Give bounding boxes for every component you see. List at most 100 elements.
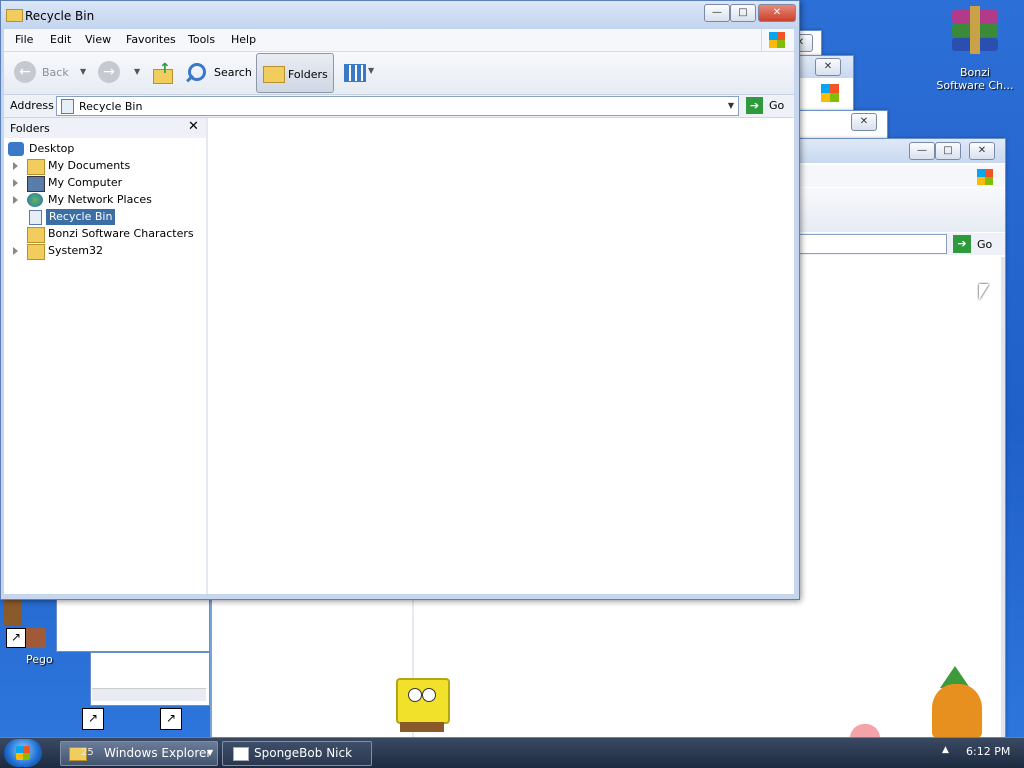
back-label: Back [42,66,69,79]
system-tray: ▲ 6:12 PM [934,738,1024,768]
folder-icon [27,227,45,243]
minimize-icon[interactable]: — [909,142,935,160]
close-icon[interactable]: ✕ [969,142,995,160]
taskbar-item-label: SpongeBob Nick Cli... [254,746,353,760]
menu-tools[interactable]: Tools [188,33,215,46]
tree-item-label: System32 [48,244,104,257]
views-icon [344,64,366,82]
maximize-button[interactable]: □ [730,4,756,22]
views-button[interactable]: ▼ [342,62,378,84]
tree-item-bonzi-software-characters[interactable]: Bonzi Software Characters [4,226,204,243]
folders-label: Folders [288,68,328,81]
menu-bar: File Edit View Favorites Tools Help [4,29,794,52]
address-label: Address [10,99,54,112]
folder-icon [6,9,23,22]
menu-favorites[interactable]: Favorites [126,33,176,46]
taskbar: 25 Windows Explorer ▼ SpongeBob Nick Cli… [0,737,1024,768]
background-content-area [210,598,782,738]
expand-arrow-icon[interactable] [13,179,18,187]
shortcut-arrow-icon[interactable]: ↗ [160,708,182,730]
tree-item-label: Recycle Bin [46,209,116,225]
recycle-bin-icon [29,210,42,225]
taskbar-item-windows-explorer[interactable]: 25 Windows Explorer ▼ [60,741,218,766]
chevron-down-icon[interactable]: ▼ [207,742,213,764]
window-icon [233,747,249,761]
spongebob-character[interactable] [390,678,452,738]
expand-arrow-icon[interactable] [13,247,18,255]
address-value: Recycle Bin [79,100,143,113]
folders-pane: Folders ✕ Desktop My Documents My Comput… [4,118,208,594]
expand-arrow-icon[interactable] [13,162,18,170]
menu-file[interactable]: File [15,33,33,46]
recycle-bin-window[interactable]: Recycle Bin — □ ✕ File Edit View Favorit… [0,0,800,600]
clock[interactable]: 6:12 PM [966,745,1010,758]
folder-icon [263,66,285,83]
menu-edit[interactable]: Edit [50,33,71,46]
go-label: Go [977,238,993,251]
expand-arrow-icon[interactable] [13,196,18,204]
desktop-icon-label: Pego [26,653,53,666]
winrar-archive-icon [946,6,1004,62]
windows-logo-icon [16,746,30,760]
scrollbar[interactable] [1001,257,1005,737]
shortcut-arrow-icon[interactable]: ↗ [82,708,104,730]
folders-pane-header: Folders ✕ [4,118,206,138]
chevron-down-icon: ▼ [368,66,375,75]
scrollbar[interactable] [92,688,206,701]
windows-logo-icon [977,169,993,185]
menu-help[interactable]: Help [231,33,256,46]
chevron-down-icon[interactable]: ▼ [134,67,140,76]
tree-item-system32[interactable]: System32 [4,243,204,260]
close-button[interactable]: ✕ [758,4,796,22]
show-hidden-icons-icon[interactable]: ▲ [942,745,949,755]
file-list-pane[interactable] [208,118,794,594]
tree-item-label: Bonzi Software Characters [48,227,194,240]
minimize-button[interactable]: — [704,4,730,22]
folder-icon [27,244,45,260]
chevron-down-icon[interactable]: ▼ [80,67,86,76]
go-arrow-icon[interactable]: ➔ [953,235,971,253]
desktop-icon-label: Software Ch... [936,79,1014,92]
tree-item-recycle-bin[interactable]: Recycle Bin [4,209,204,225]
go-arrow-icon[interactable]: ➔ [746,97,763,114]
network-places-icon [27,193,43,207]
my-computer-icon [27,176,45,192]
toolbar: ← Back ▼ → ▼ ↑ Search Folders ▼ [4,52,794,95]
background-explorer-window[interactable]: — □ ✕ ➔ Go [780,138,1006,740]
folders-pane-title: Folders [10,122,50,135]
desktop-shortcut-group: ↗ Pego ↗ ↗ [0,598,210,738]
desktop-icon-label: Bonzi [959,66,991,79]
shortcut-arrow-icon: ↗ [6,628,26,648]
up-folder-icon[interactable]: ↑ [152,61,174,84]
my-documents-icon [27,159,45,175]
tree-item-my-computer[interactable]: My Computer [4,175,204,192]
forward-button[interactable]: → ▼ [98,61,146,85]
tree-item-my-network-places[interactable]: My Network Places [4,192,204,208]
desktop-icon-pego[interactable]: ↗ [4,600,50,648]
back-arrow-icon: ← [14,61,36,83]
back-button[interactable]: ← Back ▼ [12,60,92,86]
pineapple-house [928,666,988,738]
desktop-icon-bonzi-winrar[interactable]: Bonzi Software Ch... [930,6,1020,92]
tree-item-my-documents[interactable]: My Documents [4,158,204,175]
close-icon[interactable]: ✕ [188,119,199,134]
title-bar[interactable]: Recycle Bin — □ ✕ [1,1,799,29]
close-icon[interactable]: ✕ [851,113,877,131]
address-field[interactable]: Recycle Bin ▼ [56,96,739,116]
mouse-cursor-icon [979,284,989,300]
maximize-icon[interactable]: □ [935,142,961,160]
chevron-down-icon[interactable]: ▼ [728,101,734,110]
search-button[interactable]: Search [184,60,252,86]
start-button[interactable] [4,739,42,767]
taskbar-item-spongebob[interactable]: SpongeBob Nick Cli... [222,741,372,766]
go-label[interactable]: Go [769,99,784,112]
forward-arrow-icon: → [98,61,120,83]
tree-item-desktop[interactable]: Desktop [4,141,204,157]
desktop-icon [8,142,24,156]
address-field[interactable] [781,234,947,254]
close-icon[interactable]: ✕ [815,58,841,76]
menu-view[interactable]: View [85,33,111,46]
windows-logo-icon [761,29,792,51]
folders-button[interactable]: Folders [256,53,334,93]
tree-item-label: My Documents [48,159,131,172]
